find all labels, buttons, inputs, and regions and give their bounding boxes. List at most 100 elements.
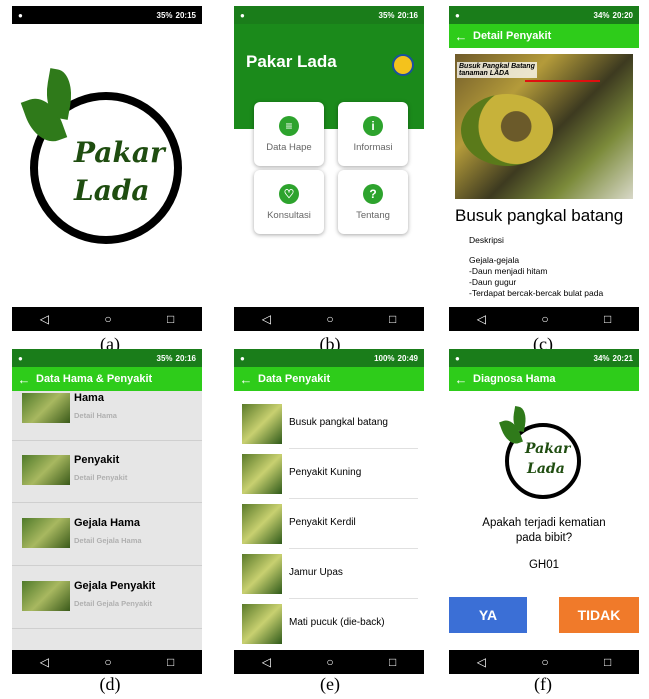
screen-d-data-menu: ● 35% 20:16 ← Data Hama & Penyakit Hama D… xyxy=(12,349,202,674)
home-nav-icon[interactable]: ○ xyxy=(541,312,548,326)
notification-icon: ● xyxy=(455,353,460,363)
navigation-bar: ◁ ○ □ xyxy=(12,650,202,674)
annotation-line1: Busuk Pangkal Batang xyxy=(459,63,535,70)
home-title: Pakar Lada xyxy=(246,52,337,71)
back-nav-icon[interactable]: ◁ xyxy=(477,655,486,669)
notification-icon: ● xyxy=(18,10,23,20)
back-nav-icon[interactable]: ◁ xyxy=(262,312,271,326)
arrow-icon xyxy=(525,80,600,82)
status-bar: ● 35% 20:16 xyxy=(234,6,424,24)
thumbnail xyxy=(22,581,70,611)
notification-icon: ● xyxy=(240,10,245,20)
home-nav-icon[interactable]: ○ xyxy=(326,312,333,326)
help-icon: ? xyxy=(363,183,383,204)
informasi-button[interactable]: i Informasi xyxy=(338,102,408,166)
back-nav-icon[interactable]: ◁ xyxy=(40,655,49,669)
disease-photo: Busuk Pangkal Batang tanaman LADA xyxy=(455,54,633,199)
caption-f: (f) xyxy=(534,674,552,694)
screen-b-home: ● 35% 20:16 Pakar Lada ≡ Data Hape i Info… xyxy=(234,6,424,331)
clock: 20:15 xyxy=(175,10,196,20)
no-button[interactable]: TIDAK xyxy=(559,597,639,633)
card-label: Data Hape xyxy=(266,141,312,153)
back-arrow-icon[interactable]: ← xyxy=(234,372,258,387)
thumbnail xyxy=(242,604,282,644)
item-subtitle: Detail Gejala Hama xyxy=(74,536,142,545)
status-bar: ● 100% 20:49 xyxy=(234,349,424,367)
back-arrow-icon[interactable]: ← xyxy=(449,372,473,387)
app-bar: ← Data Penyakit xyxy=(234,367,424,391)
item-subtitle: Detail Penyakit xyxy=(74,473,128,482)
logo-text-lada: Lada xyxy=(74,174,150,207)
list-item[interactable]: Mati pucuk (die-back) xyxy=(234,599,424,649)
question-line1: Apakah terjadi kematian xyxy=(482,517,606,529)
description-line: -Daun menjadi hitam xyxy=(469,266,548,276)
list-item[interactable]: Penyakit Kerdil xyxy=(234,499,424,549)
back-nav-icon[interactable]: ◁ xyxy=(40,312,49,326)
list-item[interactable]: Jamur Upas xyxy=(234,549,424,599)
recent-nav-icon[interactable]: □ xyxy=(604,312,611,326)
konsultasi-button[interactable]: ♡ Konsultasi xyxy=(254,170,324,234)
app-bar-title: Diagnosa Hama xyxy=(473,373,556,385)
description-line: Gejala-gejala xyxy=(469,255,520,265)
app-bar-title: Data Penyakit xyxy=(258,373,331,385)
symptom-code: GH01 xyxy=(528,559,560,571)
screen-e-disease-list: ● 100% 20:49 ← Data Penyakit Busuk pangka… xyxy=(234,349,424,674)
data-hape-button[interactable]: ≡ Data Hape xyxy=(254,102,324,166)
card-label: Informasi xyxy=(353,141,393,153)
emblem-icon xyxy=(392,54,414,76)
notification-icon: ● xyxy=(240,353,245,363)
navigation-bar: ◁ ○ □ xyxy=(12,307,202,331)
status-bar: ● 35% 20:16 xyxy=(12,349,202,367)
recent-nav-icon[interactable]: □ xyxy=(389,655,396,669)
notification-icon: ● xyxy=(18,353,23,363)
navigation-bar: ◁ ○ □ xyxy=(449,650,639,674)
item-title: Hama xyxy=(74,392,104,404)
recent-nav-icon[interactable]: □ xyxy=(167,312,174,326)
status-bar: ● 35% 20:15 xyxy=(12,6,202,24)
logo-text-lada: Lada xyxy=(527,461,565,477)
clock: 20:20 xyxy=(612,10,633,20)
list-item-penyakit[interactable]: Penyakit Detail Penyakit xyxy=(12,441,202,503)
battery-percent: 35% xyxy=(378,10,395,20)
clock: 20:21 xyxy=(612,353,633,363)
list-item[interactable]: Penyakit Kuning xyxy=(234,449,424,499)
app-bar: ← Detail Penyakit xyxy=(449,24,639,48)
description-line: -Terdapat bercak-bercak bulat pada xyxy=(469,288,604,298)
description-heading: Deskripsi xyxy=(469,235,504,245)
card-label: Konsultasi xyxy=(267,209,311,221)
battery-percent: 34% xyxy=(593,10,610,20)
recent-nav-icon[interactable]: □ xyxy=(389,312,396,326)
tentang-button[interactable]: ? Tentang xyxy=(338,170,408,234)
status-bar: ● 34% 20:20 xyxy=(449,6,639,24)
back-nav-icon[interactable]: ◁ xyxy=(262,655,271,669)
stethoscope-icon: ♡ xyxy=(279,183,299,204)
list-item[interactable]: Busuk pangkal batang xyxy=(234,399,424,449)
home-nav-icon[interactable]: ○ xyxy=(104,655,111,669)
item-title: Gejala Hama xyxy=(74,517,141,529)
app-logo: Pakar Lada xyxy=(20,68,182,244)
list-item-gejala-penyakit[interactable]: Gejala Penyakit Detail Gejala Penyakit xyxy=(12,567,202,629)
leaf-photo xyxy=(461,94,553,166)
list-item-hama[interactable]: Hama Detail Hama xyxy=(12,379,202,441)
battery-percent: 100% xyxy=(374,353,395,363)
thumbnail xyxy=(242,404,282,444)
photo-annotation: Busuk Pangkal Batang tanaman LADA xyxy=(457,62,537,78)
list-item-gejala-hama[interactable]: Gejala Hama Detail Gejala Hama xyxy=(12,504,202,566)
battery-percent: 35% xyxy=(156,10,173,20)
home-nav-icon[interactable]: ○ xyxy=(104,312,111,326)
home-nav-icon[interactable]: ○ xyxy=(326,655,333,669)
disease-title: Busuk pangkal batang xyxy=(455,206,624,225)
back-nav-icon[interactable]: ◁ xyxy=(477,312,486,326)
screen-f-diagnosis: ● 34% 20:21 ← Diagnosa Hama Pakar Lada Ap… xyxy=(449,349,639,674)
info-icon: i xyxy=(363,115,383,136)
database-icon: ≡ xyxy=(279,115,299,136)
recent-nav-icon[interactable]: □ xyxy=(167,655,174,669)
clock: 20:16 xyxy=(397,10,418,20)
back-arrow-icon[interactable]: ← xyxy=(449,29,473,44)
recent-nav-icon[interactable]: □ xyxy=(604,655,611,669)
yes-button[interactable]: YA xyxy=(449,597,527,633)
item-label: Jamur Upas xyxy=(289,567,343,578)
home-nav-icon[interactable]: ○ xyxy=(541,655,548,669)
clock: 20:49 xyxy=(397,353,418,363)
thumbnail xyxy=(242,504,282,544)
